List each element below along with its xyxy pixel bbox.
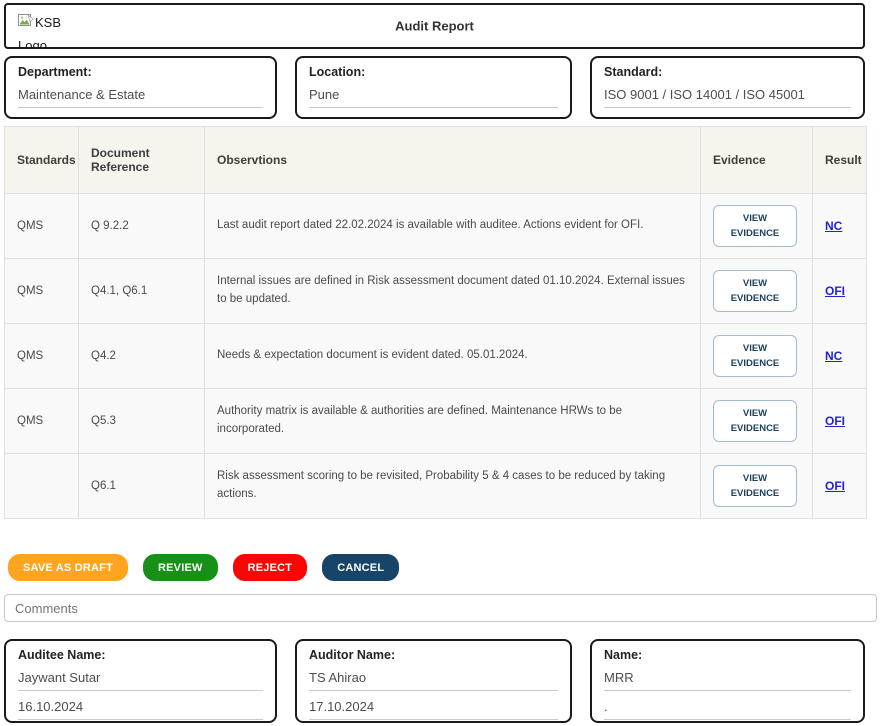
auditee-name-label: Auditee Name: <box>18 648 263 662</box>
standard-cell: QMS <box>5 324 79 389</box>
doc-ref-cell: Q5.3 <box>79 389 205 454</box>
auditee-box: Auditee Name: <box>4 639 277 723</box>
comments-input[interactable] <box>4 594 877 622</box>
observation-cell: Authority matrix is available & authorit… <box>205 389 701 454</box>
comments-section <box>4 594 877 622</box>
cancel-button[interactable]: CANCEL <box>322 554 399 581</box>
standard-cell: QMS <box>5 259 79 324</box>
observation-cell: Needs & expectation document is evident … <box>205 324 701 389</box>
view-evidence-button[interactable]: VIEW EVIDENCE <box>713 335 797 377</box>
department-label: Department: <box>18 65 263 79</box>
review-button[interactable]: REVIEW <box>143 554 218 581</box>
auditor-name-input[interactable] <box>309 669 558 691</box>
name-date-input[interactable] <box>604 698 851 720</box>
doc-ref-cell: Q4.1, Q6.1 <box>79 259 205 324</box>
observation-cell: Internal issues are defined in Risk asse… <box>205 259 701 324</box>
audit-report-page: { "header": { "logo_alt": "KSB Logo", "t… <box>0 3 881 726</box>
col-header-observations: Observtions <box>205 127 701 194</box>
col-header-evidence: Evidence <box>701 127 813 194</box>
location-input[interactable] <box>309 86 558 108</box>
standard-box: Standard: <box>590 56 865 119</box>
location-label: Location: <box>309 65 558 79</box>
view-evidence-button[interactable]: VIEW EVIDENCE <box>713 465 797 507</box>
department-box: Department: <box>4 56 277 119</box>
result-link[interactable]: OFI <box>825 284 845 298</box>
observation-cell: Last audit report dated 22.02.2024 is av… <box>205 194 701 259</box>
table-header: Standards Document Reference Observtions… <box>5 127 867 194</box>
auditee-name-input[interactable] <box>18 669 263 691</box>
department-input[interactable] <box>18 86 263 108</box>
standard-cell <box>5 454 79 519</box>
save-as-draft-button[interactable]: SAVE AS DRAFT <box>8 554 128 581</box>
auditor-date-input[interactable] <box>309 698 558 720</box>
standard-cell: QMS <box>5 194 79 259</box>
observation-cell: Risk assessment scoring to be revisited,… <box>205 454 701 519</box>
auditor-name-label: Auditor Name: <box>309 648 558 662</box>
table-row: QMS Q5.3 Authority matrix is available &… <box>5 389 867 454</box>
auditee-date-input[interactable] <box>18 698 263 720</box>
observations-table: Standards Document Reference Observtions… <box>4 126 867 519</box>
view-evidence-button[interactable]: VIEW EVIDENCE <box>713 270 797 312</box>
view-evidence-button[interactable]: VIEW EVIDENCE <box>713 400 797 442</box>
col-header-doc-reference: Document Reference <box>79 127 205 194</box>
doc-ref-cell: Q4.2 <box>79 324 205 389</box>
report-header: KSB Logo Audit Report <box>4 3 865 49</box>
doc-ref-cell: Q 9.2.2 <box>79 194 205 259</box>
standard-input[interactable] <box>604 86 851 108</box>
standard-cell: QMS <box>5 389 79 454</box>
page-title: Audit Report <box>6 19 863 34</box>
col-header-result: Result <box>813 127 867 194</box>
col-header-standards: Standards <box>5 127 79 194</box>
table-row: QMS Q 9.2.2 Last audit report dated 22.0… <box>5 194 867 259</box>
result-link[interactable]: NC <box>825 219 842 233</box>
result-link[interactable]: OFI <box>825 479 845 493</box>
result-link[interactable]: NC <box>825 349 842 363</box>
table-row: Q6.1 Risk assessment scoring to be revis… <box>5 454 867 519</box>
doc-ref-cell: Q6.1 <box>79 454 205 519</box>
location-box: Location: <box>295 56 572 119</box>
name-box: Name: <box>590 639 865 723</box>
signature-box-row: Auditee Name: Auditor Name: Name: <box>4 639 865 723</box>
table-row: QMS Q4.2 Needs & expectation document is… <box>5 324 867 389</box>
standard-label: Standard: <box>604 65 851 79</box>
result-link[interactable]: OFI <box>825 414 845 428</box>
info-box-row: Department: Location: Standard: <box>4 56 865 119</box>
view-evidence-button[interactable]: VIEW EVIDENCE <box>713 205 797 247</box>
action-buttons-row: SAVE AS DRAFT REVIEW REJECT CANCEL <box>8 554 881 581</box>
name-input[interactable] <box>604 669 851 691</box>
table-row: QMS Q4.1, Q6.1 Internal issues are defin… <box>5 259 867 324</box>
reject-button[interactable]: REJECT <box>233 554 308 581</box>
auditor-box: Auditor Name: <box>295 639 572 723</box>
name-label: Name: <box>604 648 851 662</box>
